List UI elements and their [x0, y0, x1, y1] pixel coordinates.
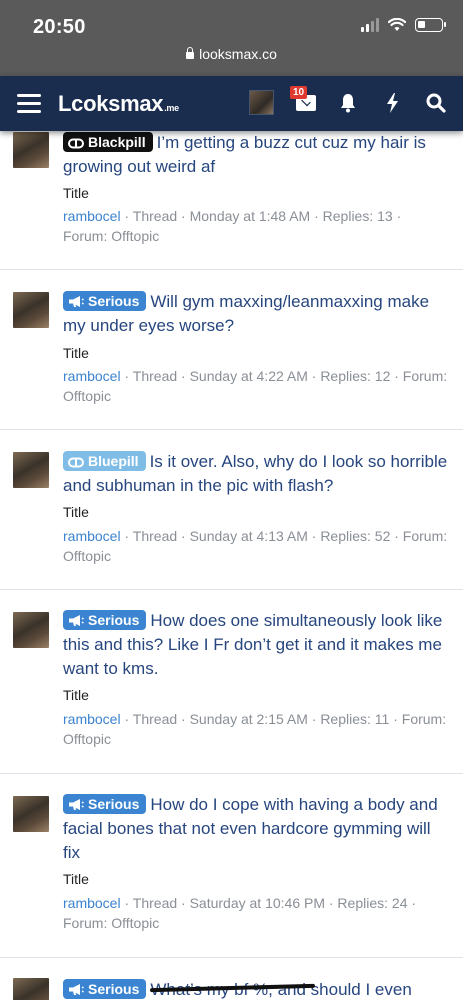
inbox-count-badge: 10: [290, 86, 308, 99]
thread-title-link[interactable]: Serious How do I cope with having a body …: [63, 793, 448, 865]
megaphone-icon: [69, 615, 84, 626]
thread-item[interactable]: Serious How do I cope with having a body …: [0, 774, 463, 958]
prefix-badge[interactable]: Serious: [63, 610, 147, 630]
thread-item[interactable]: Bluepill Is it over. Also, why do I look …: [0, 430, 463, 590]
pill-icon: [68, 457, 84, 468]
avatar[interactable]: [13, 796, 49, 832]
thread-meta: rambocel · Thread · Saturday at 10:46 PM…: [63, 895, 417, 931]
prefix-badge[interactable]: Serious: [63, 291, 147, 311]
match-label: Title: [63, 504, 89, 520]
battery-icon: [415, 18, 446, 32]
thread-item[interactable]: Serious What’s my bf %, and should I even: [0, 958, 463, 1000]
thread-meta: rambocel · Thread · Monday at 1:48 AM · …: [63, 208, 402, 244]
megaphone-icon: [69, 799, 84, 810]
browser-status-bar: 20:50 looksmax.co: [0, 0, 463, 76]
site-header: Lcoksmax.me 10: [0, 76, 463, 131]
match-label: Title: [63, 871, 89, 887]
avatar[interactable]: [13, 132, 49, 168]
url-bar[interactable]: looksmax.co: [0, 46, 463, 62]
prefix-badge[interactable]: Bluepill: [63, 451, 146, 471]
system-icons: [361, 18, 446, 32]
match-label: Title: [63, 185, 89, 201]
megaphone-icon: [69, 984, 84, 995]
megaphone-icon: [69, 296, 84, 307]
thread-title-link[interactable]: Serious How does one simultaneously look …: [63, 609, 448, 681]
site-logo[interactable]: Lcoksmax.me: [58, 91, 179, 117]
hamburger-icon[interactable]: [17, 94, 41, 113]
thread-item[interactable]: Serious Will gym maxxing/leanmaxxing make…: [0, 270, 463, 430]
bell-icon[interactable]: [336, 91, 360, 115]
prefix-badge[interactable]: Serious: [63, 979, 147, 999]
thread-item[interactable]: Blackpill I’m getting a buzz cut cuz my h…: [0, 120, 463, 270]
thread-title-link[interactable]: Blackpill I’m getting a buzz cut cuz my h…: [63, 131, 448, 179]
prefix-badge[interactable]: Serious: [63, 794, 147, 814]
url-text: looksmax.co: [199, 46, 277, 62]
user-avatar[interactable]: [249, 90, 274, 115]
lock-icon: [186, 47, 195, 59]
author-link[interactable]: rambocel: [63, 368, 121, 384]
thread-meta: rambocel · Thread · Sunday at 4:13 AM · …: [63, 528, 448, 564]
match-label: Title: [63, 687, 89, 703]
avatar[interactable]: [13, 612, 49, 648]
thread-title-link[interactable]: Serious Will gym maxxing/leanmaxxing make…: [63, 290, 448, 338]
author-link[interactable]: rambocel: [63, 528, 121, 544]
thread-title-link[interactable]: Bluepill Is it over. Also, why do I look …: [63, 450, 448, 498]
thread-meta: rambocel · Thread · Sunday at 4:22 AM · …: [63, 368, 448, 404]
avatar[interactable]: [13, 292, 49, 328]
thread-meta: rambocel · Thread · Sunday at 2:15 AM · …: [63, 711, 447, 747]
clock: 20:50: [33, 16, 86, 38]
prefix-badge[interactable]: Blackpill: [63, 132, 153, 152]
pill-icon: [68, 138, 84, 149]
bolt-icon[interactable]: [381, 91, 405, 115]
cellular-signal-icon: [361, 18, 379, 32]
thread-item[interactable]: Serious How does one simultaneously look …: [0, 590, 463, 774]
author-link[interactable]: rambocel: [63, 895, 121, 911]
match-label: Title: [63, 345, 89, 361]
avatar[interactable]: [13, 452, 49, 488]
wifi-icon: [388, 18, 406, 31]
avatar[interactable]: [13, 978, 49, 1000]
author-link[interactable]: rambocel: [63, 711, 121, 727]
search-icon[interactable]: [424, 91, 448, 115]
author-link[interactable]: rambocel: [63, 208, 121, 224]
